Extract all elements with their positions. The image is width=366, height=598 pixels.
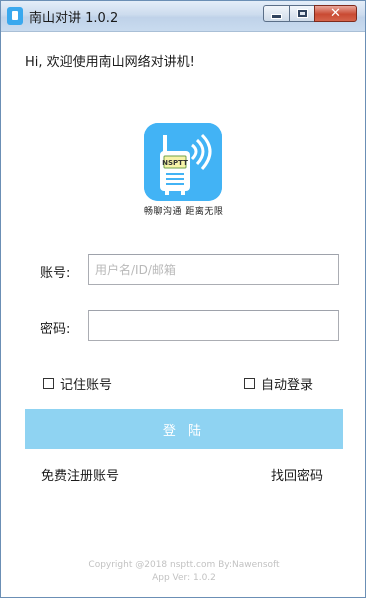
welcome-message: Hi, 欢迎使用南山网络对讲机! <box>25 55 195 70</box>
account-input[interactable] <box>88 254 339 285</box>
title-bar[interactable]: 南山对讲 1.0.2 ✕ <box>1 1 365 32</box>
maximize-icon <box>296 9 308 18</box>
minimize-button[interactable] <box>263 5 289 22</box>
app-logo: NSPTT <box>144 123 222 201</box>
logo-slogan: 畅聊沟通 距离无限 <box>144 207 224 217</box>
remember-label: 记住账号 <box>60 378 113 393</box>
close-button[interactable]: ✕ <box>314 5 357 22</box>
password-input[interactable] <box>88 310 339 341</box>
auto-login-checkbox[interactable]: 自动登录 <box>244 374 313 393</box>
walkie-talkie-icon: NSPTT <box>144 123 222 201</box>
copyright-text: Copyright @2018 nsptt.com By:Nawensoft <box>88 560 280 570</box>
remember-checkbox-box[interactable] <box>43 378 54 389</box>
auto-login-label: 自动登录 <box>261 378 314 393</box>
version-text: App Ver: 1.0.2 <box>152 573 216 583</box>
recover-password-link[interactable]: 找回密码 <box>271 465 323 484</box>
password-label: 密码: <box>40 322 71 337</box>
caption-buttons: ✕ <box>263 5 357 22</box>
maximize-button[interactable] <box>289 5 314 22</box>
auto-login-checkbox-box[interactable] <box>244 378 255 389</box>
logo-badge-text: NSPTT <box>162 159 188 167</box>
login-button[interactable]: 登 陆 <box>25 409 343 449</box>
minimize-icon <box>271 13 282 19</box>
remember-account-checkbox[interactable]: 记住账号 <box>43 374 112 393</box>
register-link[interactable]: 免费注册账号 <box>41 465 119 484</box>
account-label: 账号: <box>40 266 71 281</box>
close-icon: ✕ <box>330 6 341 21</box>
login-window: 南山对讲 1.0.2 ✕ Hi, 欢迎使用南山网络对讲机! NSPTT 畅聊沟通… <box>0 0 366 598</box>
app-icon <box>7 7 23 25</box>
window-title: 南山对讲 1.0.2 <box>29 11 119 26</box>
